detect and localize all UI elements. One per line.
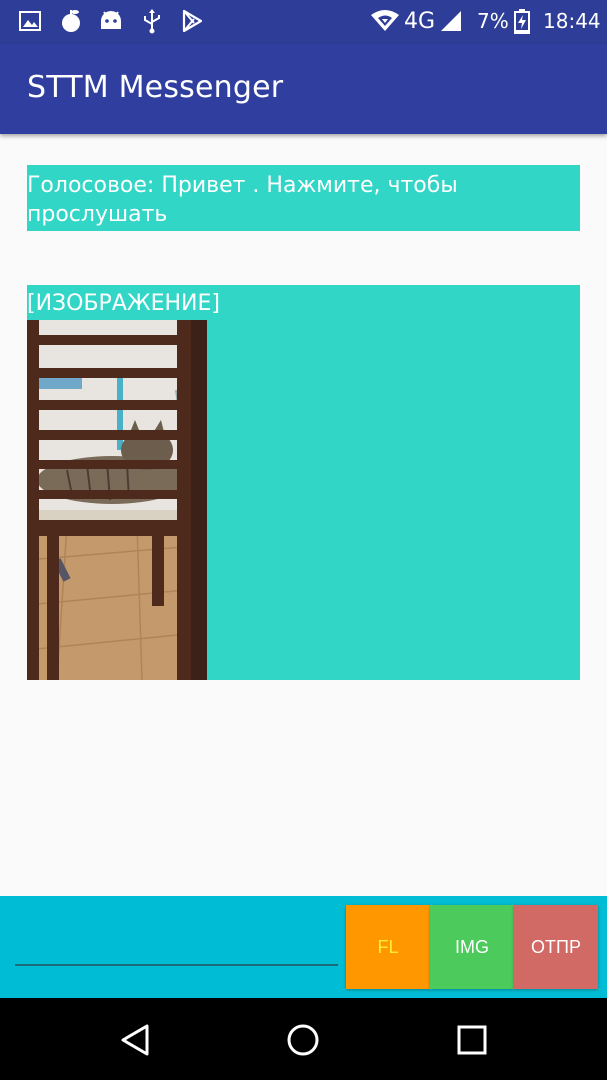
- message-input[interactable]: [15, 930, 342, 964]
- battery-percent: 7%: [477, 9, 509, 33]
- image-message[interactable]: [ИЗОБРАЖЕНИЕ]: [27, 285, 580, 680]
- message-photo[interactable]: [27, 320, 207, 680]
- battery-charging-icon: [512, 8, 532, 34]
- play-store-icon: [179, 8, 205, 34]
- voice-message[interactable]: Голосовое: Привет . Нажмите, чтобы просл…: [27, 165, 580, 231]
- wifi-icon: [370, 8, 400, 34]
- file-button[interactable]: FL: [346, 905, 430, 989]
- usb-icon: [139, 8, 165, 34]
- image-button[interactable]: IMG: [430, 905, 514, 989]
- send-button[interactable]: ОТПР: [514, 905, 598, 989]
- back-icon[interactable]: [115, 1020, 155, 1060]
- message-input-underline: [15, 964, 338, 966]
- android-icon: [98, 8, 124, 34]
- network-type: 4G: [404, 9, 436, 34]
- recents-icon[interactable]: [452, 1020, 492, 1060]
- signal-icon: [438, 8, 464, 34]
- navigation-bar: [0, 998, 607, 1080]
- clock: 18:44: [543, 9, 601, 33]
- gallery-icon: [17, 8, 43, 34]
- home-icon[interactable]: [283, 1020, 323, 1060]
- image-message-label: [ИЗОБРАЖЕНИЕ]: [27, 291, 220, 316]
- apple-icon: [58, 8, 84, 34]
- voice-message-text: Голосовое: Привет . Нажмите, чтобы просл…: [27, 173, 458, 227]
- status-bar: 4G 7% 18:44: [0, 0, 607, 44]
- app-bar: STTM Messenger: [0, 44, 607, 134]
- app-title: STTM Messenger: [27, 70, 284, 105]
